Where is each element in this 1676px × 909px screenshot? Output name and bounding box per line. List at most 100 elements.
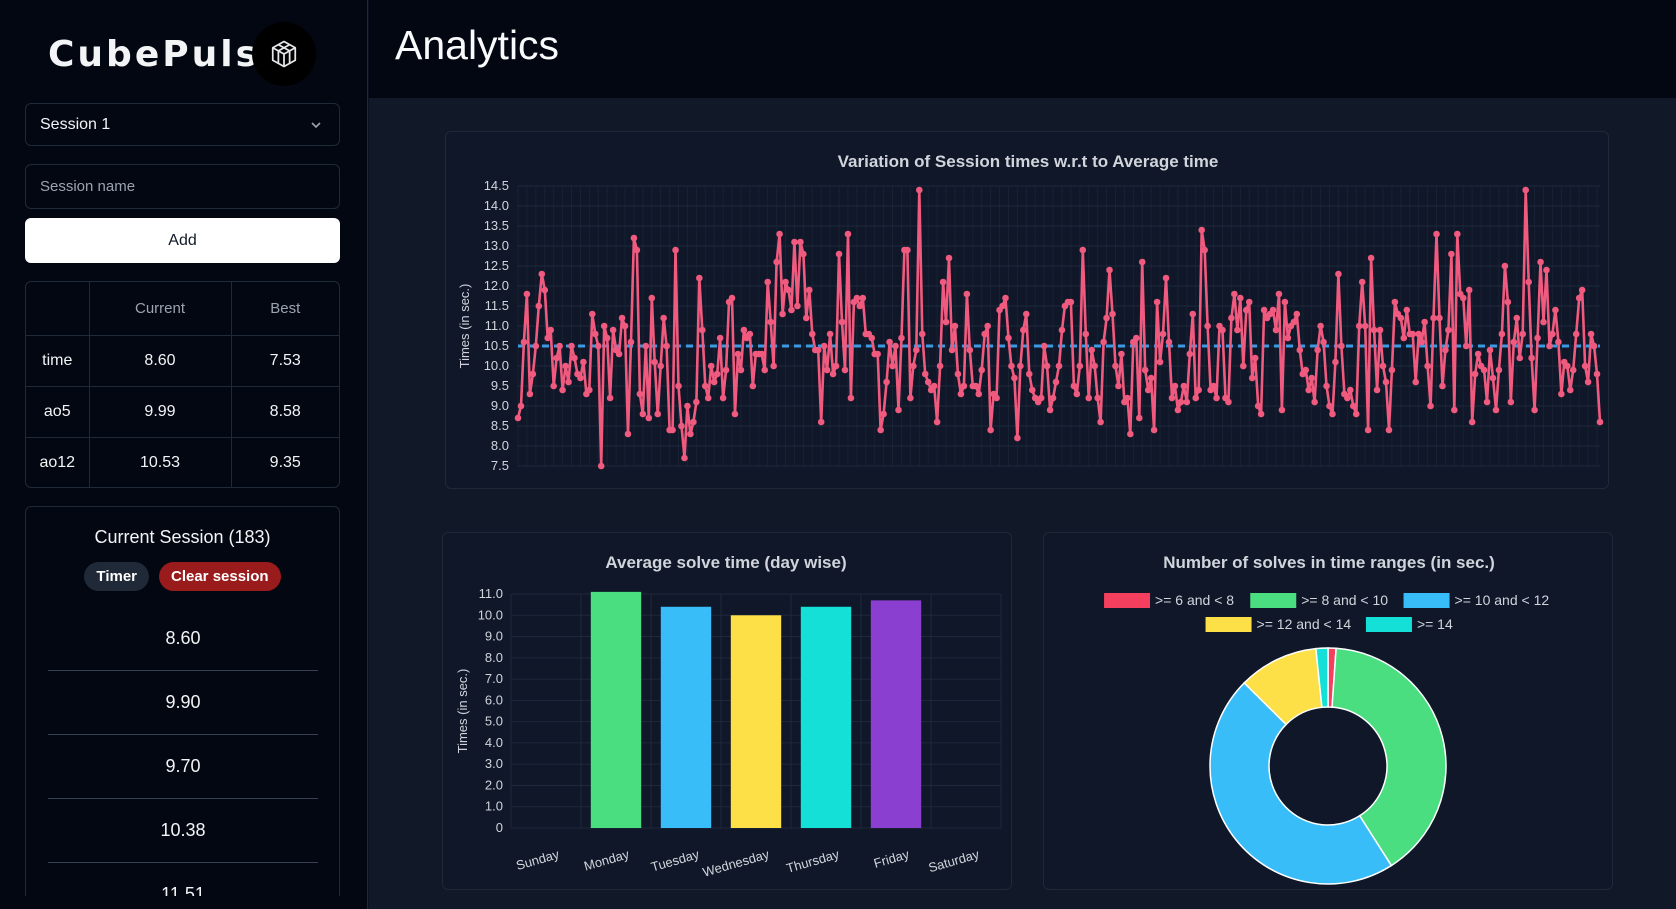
- data-point: [1275, 290, 1283, 298]
- data-point: [562, 362, 569, 370]
- data-point: [603, 334, 611, 342]
- data-point: [1543, 266, 1550, 274]
- data-point: [785, 286, 792, 294]
- stats-table: Current Best time 8.60 7.53 ao5 9.99 8.5…: [25, 281, 340, 488]
- list-item[interactable]: 11.51: [48, 863, 318, 896]
- data-point: [538, 270, 546, 278]
- data-point: [1555, 338, 1562, 346]
- data-point: [963, 290, 971, 298]
- list-item[interactable]: 10.38: [48, 799, 318, 863]
- data-point: [1355, 322, 1363, 330]
- page-title: Analytics: [395, 22, 560, 68]
- session-name-input[interactable]: [25, 164, 340, 209]
- data-point: [1564, 362, 1571, 370]
- data-point: [803, 314, 810, 322]
- data-point: [847, 394, 855, 402]
- data-point: [1186, 350, 1194, 358]
- table-row: time 8.60 7.53: [26, 335, 339, 387]
- data-point: [1516, 354, 1524, 362]
- data-point: [1439, 382, 1446, 390]
- data-point: [544, 334, 552, 342]
- list-item[interactable]: 9.90: [48, 671, 318, 735]
- data-point: [642, 342, 650, 350]
- x-tick-label: Wednesday: [701, 846, 771, 879]
- data-point: [1195, 386, 1203, 394]
- session-select[interactable]: Session 1: [25, 103, 340, 146]
- data-point: [1445, 326, 1452, 334]
- data-point: [1156, 358, 1164, 366]
- data-point: [737, 366, 745, 374]
- data-point: [892, 342, 899, 350]
- y-tick-label: 4.0: [485, 735, 503, 750]
- data-point: [615, 350, 623, 358]
- x-tick-label: Tuesday: [649, 846, 701, 874]
- list-item[interactable]: 9.70: [48, 735, 318, 799]
- data-point: [782, 278, 789, 286]
- data-point: [1578, 286, 1586, 294]
- data-point: [800, 250, 807, 258]
- data-point: [1525, 278, 1532, 286]
- data-point: [1370, 326, 1378, 334]
- y-tick-label: 3.0: [485, 756, 503, 771]
- data-point: [883, 378, 890, 386]
- data-point: [1492, 406, 1500, 414]
- clear-session-button[interactable]: Clear session: [159, 562, 281, 591]
- data-point: [1596, 418, 1604, 426]
- add-session-button[interactable]: Add: [25, 218, 340, 263]
- data-point: [1049, 394, 1057, 402]
- data-point: [639, 410, 647, 418]
- data-point: [898, 334, 905, 342]
- data-point: [630, 234, 638, 242]
- data-point: [651, 358, 659, 366]
- y-tick-label: 13.0: [484, 238, 509, 253]
- data-point: [1088, 346, 1095, 354]
- data-point: [1510, 338, 1518, 346]
- data-point: [1014, 434, 1021, 442]
- data-point: [1349, 402, 1357, 410]
- data-point: [1127, 430, 1134, 438]
- data-point: [1302, 366, 1310, 374]
- data-point: [648, 294, 656, 302]
- data-point: [1103, 314, 1110, 322]
- legend-swatch: [1250, 593, 1297, 608]
- data-point: [1052, 378, 1060, 386]
- data-point: [1418, 338, 1425, 346]
- stat-label: ao5: [26, 386, 90, 438]
- data-point: [838, 318, 846, 326]
- data-point: [853, 294, 861, 302]
- data-point: [1504, 298, 1512, 306]
- data-point: [597, 462, 605, 470]
- data-point: [1091, 362, 1098, 370]
- data-point: [1338, 342, 1345, 350]
- line-chart-card: Variation of Session times w.r.t to Aver…: [445, 131, 1609, 489]
- data-point: [657, 362, 664, 370]
- stat-current: 9.99: [89, 386, 232, 438]
- y-axis-label: Times (in sec.): [457, 284, 472, 369]
- data-point: [1546, 342, 1553, 350]
- data-point: [942, 318, 950, 326]
- data-point: [1501, 262, 1509, 270]
- data-point: [541, 286, 549, 294]
- data-point: [1055, 362, 1063, 370]
- data-point: [1046, 406, 1054, 414]
- data-point: [1079, 246, 1087, 254]
- x-tick-label: Friday: [872, 846, 911, 871]
- data-point: [1575, 294, 1583, 302]
- stats-header-row: Current Best: [26, 282, 339, 336]
- data-point: [1073, 390, 1081, 398]
- data-point: [1364, 426, 1372, 434]
- list-item[interactable]: 8.60: [48, 607, 318, 671]
- bar: [730, 615, 782, 828]
- legend-label: >= 10 and < 12: [1455, 592, 1550, 608]
- timer-button[interactable]: Timer: [84, 562, 149, 591]
- data-point: [713, 370, 721, 378]
- data-point: [921, 370, 929, 378]
- main-content: Variation of Session times w.r.t to Aver…: [369, 98, 1676, 909]
- data-point: [915, 186, 923, 194]
- data-point: [1251, 354, 1259, 362]
- data-point: [794, 302, 801, 310]
- bar-chart-card: Average solve time (day wise) 11.0 10.0 9.0…: [442, 532, 1012, 890]
- data-point: [1415, 330, 1422, 338]
- data-point: [591, 330, 599, 338]
- data-point: [1198, 226, 1205, 234]
